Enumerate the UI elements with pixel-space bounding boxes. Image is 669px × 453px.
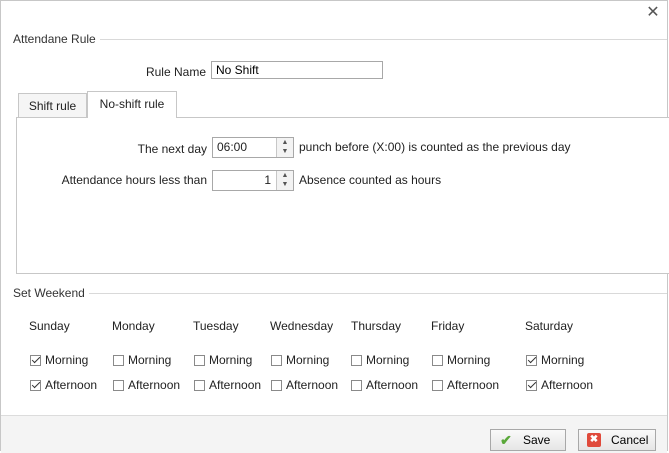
next-day-spinner[interactable]: 06:00 ▲ ▼ — [212, 137, 294, 158]
checkbox-box[interactable] — [113, 354, 124, 366]
checkbox-label: Afternoon — [45, 378, 98, 392]
checkbox-label: Morning — [366, 353, 410, 367]
checkbox-label: Morning — [45, 353, 89, 367]
rule-name-input[interactable] — [211, 61, 383, 79]
checkbox-box[interactable] — [113, 379, 124, 391]
day-label-sunday: Sunday — [29, 319, 70, 333]
thursday-afternoon-checkbox[interactable]: Afternoon — [351, 377, 418, 393]
checkbox-label: Afternoon — [209, 378, 262, 392]
day-label-wednesday: Wednesday — [270, 319, 334, 333]
thursday-morning-checkbox[interactable]: Morning — [351, 352, 409, 368]
checkbox-label: Morning — [447, 353, 491, 367]
tuesday-morning-checkbox[interactable]: Morning — [194, 352, 252, 368]
cancel-icon-wrap: ✖ — [585, 431, 603, 449]
day-label-saturday: Saturday — [525, 319, 574, 333]
sunday-morning-checkbox[interactable]: Morning — [30, 352, 88, 368]
attendance-hours-value[interactable]: 1 — [264, 171, 271, 190]
save-button-label: Save — [523, 433, 551, 447]
checkbox-label: Morning — [541, 353, 585, 367]
checkbox-label: Morning — [209, 353, 253, 367]
attendance-rule-dialog: ✕ Attendane Rule Rule Name Shift rule No… — [0, 0, 669, 453]
attendance-rule-legend: Attendane Rule — [5, 32, 100, 46]
checkbox-box[interactable] — [351, 354, 362, 366]
saturday-morning-checkbox[interactable]: Morning — [526, 352, 584, 368]
checkbox-box[interactable] — [432, 379, 443, 391]
wednesday-morning-checkbox[interactable]: Morning — [271, 352, 329, 368]
group-divider — [5, 293, 667, 294]
checkbox-box[interactable] — [432, 354, 443, 366]
next-day-description: punch before (X:00) is counted as the pr… — [299, 140, 571, 154]
group-divider — [5, 39, 667, 40]
tuesday-afternoon-checkbox[interactable]: Afternoon — [194, 377, 261, 393]
rule-name-label: Rule Name — [145, 65, 206, 79]
spin-down-icon[interactable]: ▼ — [277, 180, 293, 189]
spinner-buttons: ▲ ▼ — [276, 138, 293, 157]
monday-morning-checkbox[interactable]: Morning — [113, 352, 171, 368]
day-label-monday: Monday — [112, 319, 155, 333]
monday-afternoon-checkbox[interactable]: Afternoon — [113, 377, 180, 393]
cancel-button[interactable]: ✖ Cancel — [578, 429, 656, 451]
checkbox-label: Afternoon — [447, 378, 500, 392]
checkbox-box[interactable] — [271, 379, 282, 391]
spin-up-icon[interactable]: ▲ — [277, 171, 293, 180]
spin-down-icon[interactable]: ▼ — [277, 147, 293, 156]
next-day-label: The next day — [137, 142, 207, 156]
title-bar: ✕ — [1, 1, 667, 27]
checkbox-label: Morning — [286, 353, 330, 367]
wednesday-afternoon-checkbox[interactable]: Afternoon — [271, 377, 338, 393]
cancel-icon: ✖ — [587, 433, 601, 447]
checkbox-box[interactable] — [30, 379, 41, 391]
dialog-footer — [1, 415, 667, 453]
day-label-tuesday: Tuesday — [193, 319, 239, 333]
day-label-thursday: Thursday — [351, 319, 402, 333]
attendance-hours-description: Absence counted as hours — [299, 173, 442, 187]
sunday-afternoon-checkbox[interactable]: Afternoon — [30, 377, 97, 393]
saturday-afternoon-checkbox[interactable]: Afternoon — [526, 377, 593, 393]
no-shift-rule-panel: The next day 06:00 ▲ ▼ punch before (X:0… — [16, 117, 669, 274]
save-button[interactable]: ✔ Save — [490, 429, 566, 451]
checkbox-box[interactable] — [526, 354, 537, 366]
day-label-friday: Friday — [431, 319, 465, 333]
checkbox-box[interactable] — [30, 354, 41, 366]
checkbox-box[interactable] — [526, 379, 537, 391]
checkbox-box[interactable] — [271, 354, 282, 366]
tab-shift-rule[interactable]: Shift rule — [18, 93, 87, 118]
tab-no-shift-rule[interactable]: No-shift rule — [87, 91, 177, 118]
next-day-value[interactable]: 06:00 — [217, 138, 247, 157]
friday-morning-checkbox[interactable]: Morning — [432, 352, 490, 368]
checkbox-label: Morning — [128, 353, 172, 367]
checkbox-label: Afternoon — [128, 378, 181, 392]
checkmark-icon: ✔ — [500, 431, 512, 448]
spin-up-icon[interactable]: ▲ — [277, 138, 293, 147]
checkbox-box[interactable] — [351, 379, 362, 391]
attendance-hours-label: Attendance hours less than — [61, 173, 207, 187]
checkbox-box[interactable] — [194, 379, 205, 391]
checkbox-label: Afternoon — [366, 378, 419, 392]
spinner-buttons: ▲ ▼ — [276, 171, 293, 190]
attendance-hours-spinner[interactable]: 1 ▲ ▼ — [212, 170, 294, 191]
friday-afternoon-checkbox[interactable]: Afternoon — [432, 377, 499, 393]
close-icon[interactable]: ✕ — [645, 5, 661, 21]
cancel-button-label: Cancel — [611, 433, 649, 447]
set-weekend-legend: Set Weekend — [5, 286, 89, 300]
checkbox-label: Afternoon — [286, 378, 339, 392]
checkbox-label: Afternoon — [541, 378, 594, 392]
checkbox-box[interactable] — [194, 354, 205, 366]
